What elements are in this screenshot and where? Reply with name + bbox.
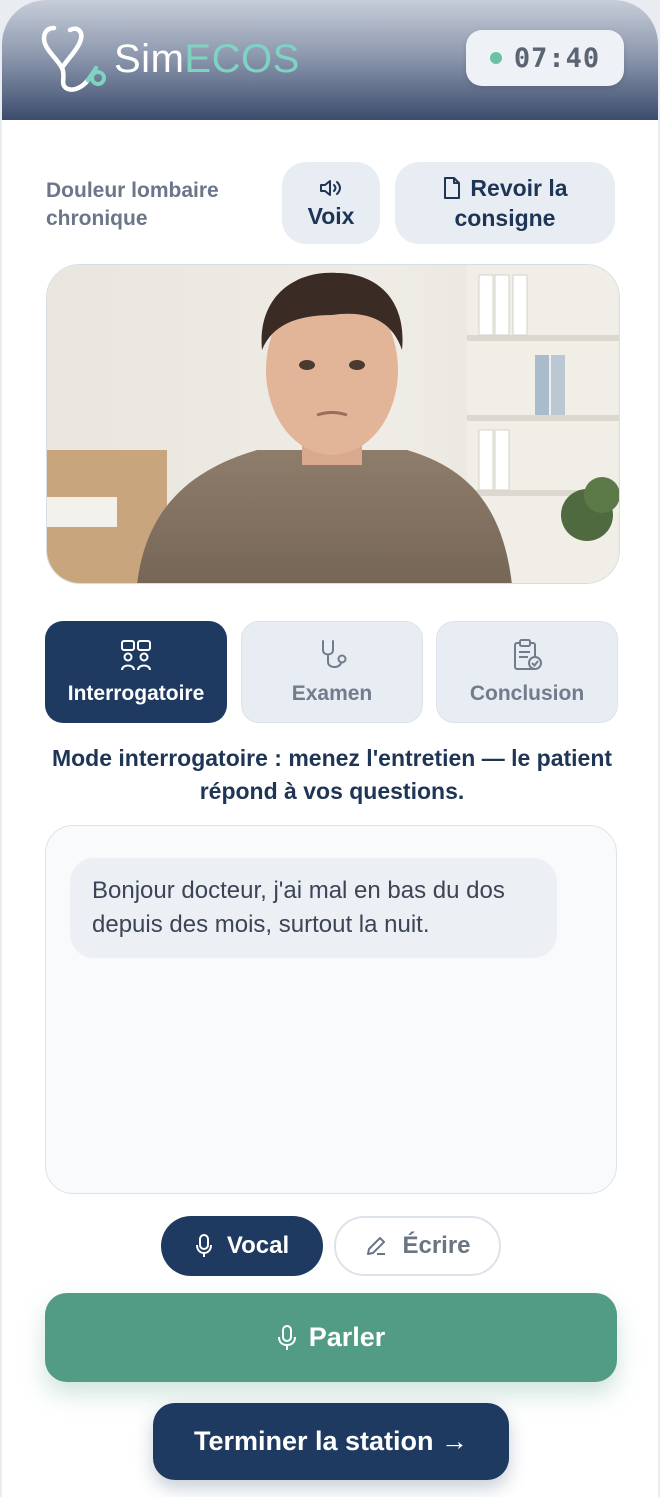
timer-value: 07:40 <box>513 42 601 74</box>
speak-button-label: Parler <box>308 1322 386 1352</box>
end-station-button[interactable]: Terminer la station → <box>153 1403 509 1480</box>
end-station-label: Terminer la station → <box>193 1426 469 1456</box>
patient-photo <box>46 264 620 584</box>
consigne-label-line1: Revoir la <box>470 175 568 201</box>
app-header: SimECOS 07:40 <box>2 0 658 120</box>
tab-conclusion[interactable]: Conclusion <box>436 621 618 723</box>
patient-message: Bonjour docteur, j'ai mal en bas du dos … <box>70 858 557 958</box>
tab-interrogatoire[interactable]: Interrogatoire <box>45 621 227 723</box>
clipboard-check-icon <box>514 639 542 670</box>
interview-icon <box>121 640 151 671</box>
consigne-label-line2: consigne <box>454 205 556 231</box>
station-timer: 07:40 <box>466 30 624 86</box>
pencil-icon <box>367 1237 386 1255</box>
write-mode-button[interactable]: Écrire <box>334 1216 501 1276</box>
tab-examen[interactable]: Examen <box>241 621 423 723</box>
app-brand: SimECOS <box>114 36 300 82</box>
timer-status-dot <box>489 52 502 64</box>
consigne-first-line: Revoir la <box>442 173 568 203</box>
mode-hint: Mode interrogatoire : menez l'entretien … <box>51 745 613 804</box>
app-screen: SimECOS 07:40 Douleur lombaire chronique… <box>2 0 658 1497</box>
speaker-icon <box>320 179 341 196</box>
brand-sim: Sim <box>114 37 185 81</box>
voice-button-label: Voix <box>307 202 355 229</box>
vocal-mode-label: Vocal <box>226 1232 290 1259</box>
vocal-mode-button[interactable]: Vocal <box>161 1216 323 1276</box>
stethoscope-logo-icon <box>41 25 106 92</box>
tab-interrogatoire-label: Interrogatoire <box>67 682 205 705</box>
microphone-icon <box>277 1324 296 1350</box>
document-icon <box>444 177 461 199</box>
voice-button[interactable]: Voix <box>282 162 380 244</box>
tab-examen-label: Examen <box>291 682 373 705</box>
brand-ecos: ECOS <box>184 37 300 81</box>
speak-button[interactable]: Parler <box>45 1293 617 1382</box>
review-instructions-button[interactable]: Revoir la consigne <box>395 162 615 244</box>
stethoscope-icon <box>322 640 347 668</box>
microphone-icon <box>195 1234 212 1257</box>
chat-panel[interactable]: Bonjour docteur, j'ai mal en bas du dos … <box>45 825 617 1194</box>
write-mode-label: Écrire <box>402 1232 471 1259</box>
tab-conclusion-label: Conclusion <box>469 682 585 705</box>
case-title: Douleur lombaire chronique <box>46 179 219 230</box>
